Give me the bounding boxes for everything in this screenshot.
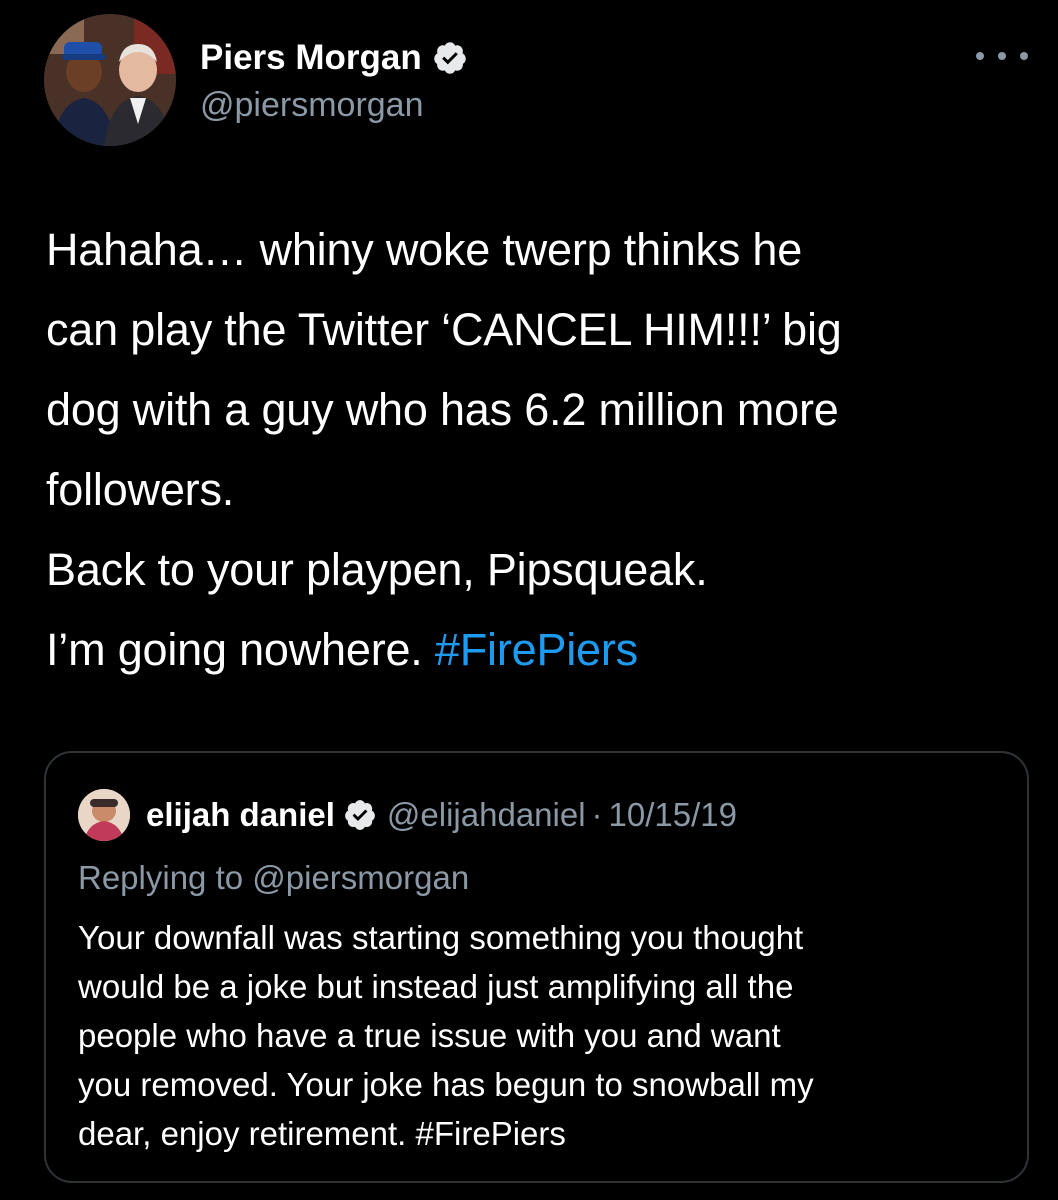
verified-badge-icon — [433, 42, 466, 74]
quoted-tweet[interactable]: elijah daniel @elijahdaniel · 10/15/19 R… — [44, 751, 1029, 1183]
avatar-photo — [44, 14, 176, 146]
author-avatar[interactable] — [44, 14, 176, 146]
tweet-body-line: Hahaha… whiny woke twerp thinks he — [46, 224, 803, 275]
author-block[interactable]: Piers Morgan @piersmorgan — [200, 36, 468, 125]
replying-to-label: Replying to @piersmorgan — [78, 859, 470, 896]
tweet-body-line: I’m going nowhere. — [46, 624, 435, 675]
author-display-name[interactable]: Piers Morgan — [200, 38, 422, 78]
quoted-tweet-text: Your downfall was starting something you… — [78, 919, 814, 1152]
hashtag-link[interactable]: #FirePiers — [435, 624, 638, 675]
quoted-display-name[interactable]: elijah daniel — [146, 796, 335, 834]
more-dot — [976, 52, 984, 60]
quoted-handle[interactable]: @elijahdaniel — [387, 796, 586, 834]
quoted-date[interactable]: 10/15/19 — [609, 796, 737, 834]
quoted-avatar-photo — [78, 789, 130, 841]
tweet-body-line: followers. — [46, 464, 235, 515]
tweet-body-line: can play the Twitter ‘CANCEL HIM!!!’ big — [46, 304, 842, 355]
more-options-icon[interactable] — [976, 46, 1028, 66]
author-handle[interactable]: @piersmorgan — [200, 86, 468, 125]
more-dot — [998, 52, 1006, 60]
author-name-row: Piers Morgan — [200, 36, 468, 80]
quoted-author-avatar[interactable] — [78, 789, 130, 841]
tweet-body-line: dog with a guy who has 6.2 million more — [46, 384, 839, 435]
tweet-body-line: Back to your playpen, Pipsqueak. — [46, 544, 708, 595]
tweet-body-last-line: I’m going nowhere. #FirePiers — [46, 610, 1041, 690]
tweet[interactable]: Piers Morgan @piersmorgan Hahaha… whiny … — [0, 0, 1058, 1200]
more-dot — [1020, 52, 1028, 60]
tweet-body: Hahaha… whiny woke twerp thinks he can pl… — [46, 210, 1041, 690]
separator-dot: · — [591, 796, 603, 833]
verified-badge-icon — [345, 800, 375, 830]
quoted-header: elijah daniel @elijahdaniel · 10/15/19 — [146, 791, 737, 839]
